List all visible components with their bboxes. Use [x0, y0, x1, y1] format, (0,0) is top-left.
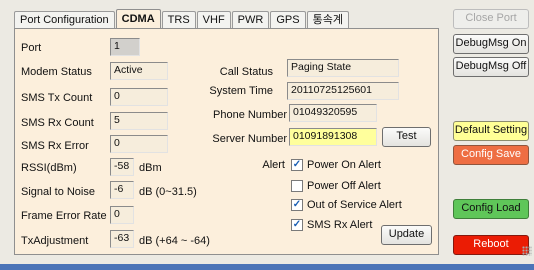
- rssi-label: RSSI(dBm): [21, 162, 77, 174]
- phone-number-field: 01049320595: [289, 104, 377, 122]
- out-of-service-alert-checkbox[interactable]: [291, 199, 303, 211]
- power-on-alert-checkbox[interactable]: [291, 159, 303, 171]
- signal-to-noise-label: Signal to Noise: [21, 186, 95, 198]
- server-number-field[interactable]: 01091891308: [289, 128, 377, 146]
- tab-trs[interactable]: TRS: [161, 11, 196, 28]
- phone-number-label: Phone Number: [213, 109, 287, 121]
- system-time-label: System Time: [209, 85, 273, 97]
- default-setting-button[interactable]: Default Setting: [453, 121, 529, 141]
- cdma-panel: Port 1 Modem Status Active SMS Tx Count …: [14, 28, 439, 255]
- debugmsg-off-button[interactable]: DebugMsg Off: [453, 57, 529, 77]
- out-of-service-alert-label: Out of Service Alert: [307, 199, 402, 211]
- tab-port-configuration[interactable]: Port Configuration: [14, 11, 115, 28]
- update-button[interactable]: Update: [381, 225, 432, 245]
- rssi-field: -58: [110, 158, 134, 176]
- tab-pwr[interactable]: PWR: [231, 11, 270, 28]
- close-port-button[interactable]: Close Port: [453, 9, 529, 29]
- sms-tx-count-field: 0: [110, 88, 168, 106]
- port-label: Port: [21, 42, 42, 54]
- server-number-label: Server Number: [212, 133, 287, 145]
- sms-rx-alert-label: SMS Rx Alert: [307, 219, 373, 231]
- sms-rx-error-label: SMS Rx Error: [21, 140, 89, 152]
- alert-label: Alert: [262, 159, 285, 171]
- modem-status-field: Active: [110, 62, 168, 80]
- reboot-button[interactable]: Reboot: [453, 235, 529, 255]
- txadjustment-unit: dB (+64 ~ -64): [139, 235, 210, 247]
- sms-rx-count-label: SMS Rx Count: [21, 117, 94, 129]
- power-off-alert-label: Power Off Alert: [307, 180, 381, 192]
- power-off-alert-checkbox[interactable]: [291, 180, 303, 192]
- tab-korean[interactable]: 통속계: [306, 11, 349, 28]
- config-load-button[interactable]: Config Load: [453, 199, 529, 219]
- power-on-alert-label: Power On Alert: [307, 159, 381, 171]
- tab-gps[interactable]: GPS: [270, 11, 306, 28]
- tab-vhf[interactable]: VHF: [196, 11, 231, 28]
- tab-cdma[interactable]: CDMA: [115, 9, 161, 28]
- modem-status-label: Modem Status: [21, 66, 92, 78]
- sms-tx-count-label: SMS Tx Count: [21, 92, 93, 104]
- txadjustment-field: -63: [110, 230, 134, 248]
- txadjustment-label: TxAdjustment: [21, 235, 89, 247]
- call-status-label: Call Status: [219, 66, 273, 78]
- app-window: Port Configuration CDMA TRS VHF PWR GPS …: [0, 0, 534, 270]
- tab-bar: Port Configuration CDMA TRS VHF PWR GPS …: [14, 9, 350, 28]
- resize-grip-icon[interactable]: [522, 246, 532, 256]
- sms-rx-error-field: 0: [110, 135, 168, 153]
- port-field: 1: [110, 38, 140, 56]
- test-button[interactable]: Test: [382, 127, 431, 147]
- debugmsg-on-button[interactable]: DebugMsg On: [453, 34, 529, 54]
- sms-rx-alert-checkbox[interactable]: [291, 219, 303, 231]
- signal-to-noise-field: -6: [110, 181, 134, 199]
- signal-to-noise-unit: dB (0~31.5): [139, 186, 197, 198]
- system-time-field: 20110725125601: [287, 82, 399, 100]
- call-status-field: Paging State: [287, 59, 399, 77]
- sms-rx-count-field: 5: [110, 112, 168, 130]
- rssi-unit: dBm: [139, 162, 162, 174]
- frame-error-rate-label: Frame Error Rate: [21, 210, 107, 222]
- config-save-button[interactable]: Config Save: [453, 145, 529, 165]
- frame-error-rate-field: 0: [110, 206, 134, 224]
